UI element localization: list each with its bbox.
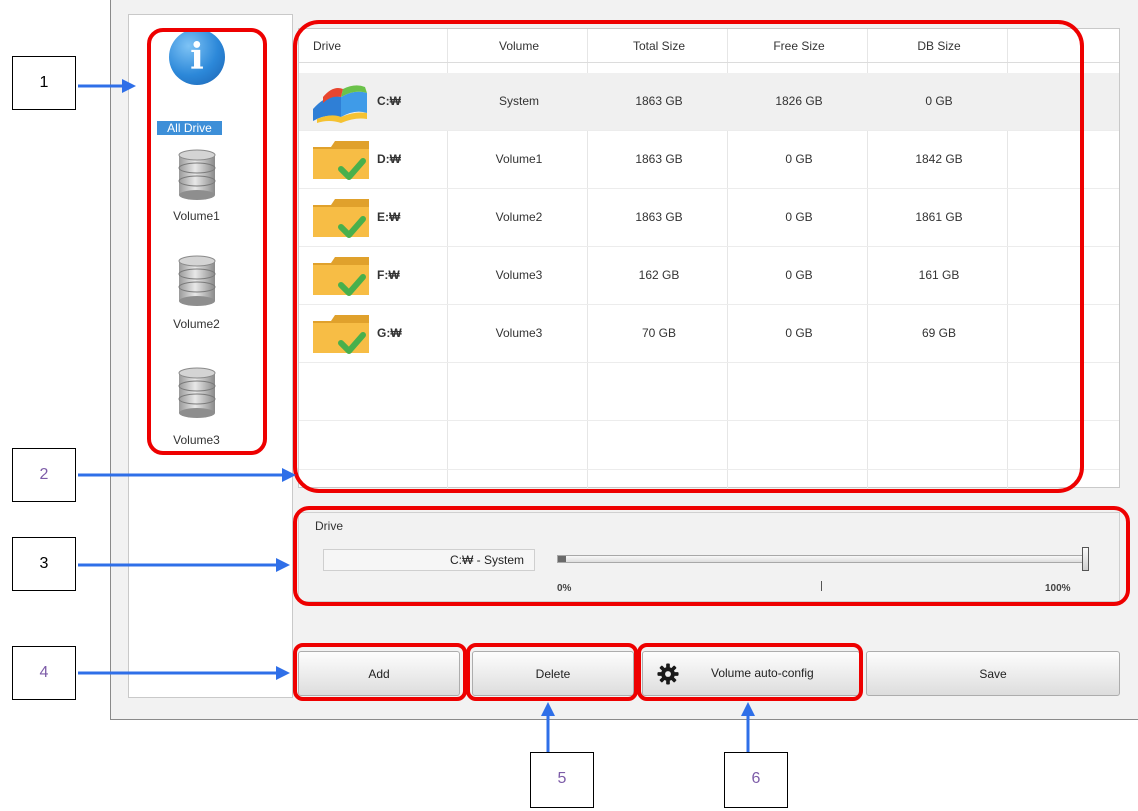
sidebar-item-volume3[interactable]: Volume3 <box>129 365 264 465</box>
callout-4: 4 <box>12 646 76 700</box>
database-icon <box>178 367 216 418</box>
total-size-cell: 1863 GB <box>635 152 683 166</box>
callout-5: 5 <box>530 752 594 808</box>
slider-mid-tick <box>821 581 822 591</box>
callout-3: 3 <box>12 537 76 591</box>
row-divider <box>299 469 1119 470</box>
volume-cell: Volume3 <box>495 268 543 282</box>
drive-letter: F:₩ <box>377 268 400 282</box>
windows-drive-icon <box>313 85 367 123</box>
database-icon <box>178 255 216 306</box>
folder-check-icon <box>313 141 369 180</box>
table-row[interactable]: C:₩ System 1863 GB 1826 GB 0 GB <box>299 73 1119 130</box>
db-size-cell: 161 GB <box>918 268 960 282</box>
folder-check-icon <box>313 199 369 238</box>
add-button[interactable]: Add <box>298 651 460 696</box>
sidebar-item-label: Volume2 <box>173 317 220 331</box>
sidebar-item-label: Volume1 <box>173 209 220 223</box>
database-icon <box>178 149 216 200</box>
column-header-volume[interactable]: Volume <box>449 29 589 63</box>
volume-sidebar: i All Drive Volume1 Volume2 Volume3 <box>128 14 293 698</box>
volume-auto-config-button[interactable]: Volume auto-config <box>642 651 860 696</box>
drive-letter: E:₩ <box>377 210 401 224</box>
drive-letter: G:₩ <box>377 326 402 340</box>
button-label: Volume auto-config <box>711 666 814 680</box>
free-size-cell: 0 GB <box>785 326 813 340</box>
table-row[interactable]: D:₩ Volume1 1863 GB 0 GB 1842 GB <box>299 131 1119 188</box>
volume-cell: Volume1 <box>495 152 543 166</box>
sidebar-item-all-drive[interactable]: i All Drive <box>129 29 264 139</box>
total-size-cell: 162 GB <box>638 268 680 282</box>
volume-cell: Volume3 <box>495 326 543 340</box>
drive-letter: D:₩ <box>377 152 401 166</box>
folder-check-icon <box>313 315 369 354</box>
allocation-slider[interactable] <box>557 547 1089 571</box>
sidebar-item-volume1[interactable]: Volume1 <box>129 147 264 247</box>
column-header-total-size[interactable]: Total Size <box>589 29 729 63</box>
info-icon: i <box>169 29 225 85</box>
db-size-cell: 69 GB <box>921 326 957 340</box>
group-title: Drive <box>315 519 344 533</box>
free-size-cell: 0 GB <box>785 210 813 224</box>
total-size-cell: 70 GB <box>641 326 677 340</box>
table-row[interactable]: G:₩ Volume3 70 GB 0 GB 69 GB <box>299 305 1119 362</box>
free-size-cell: 0 GB <box>785 268 813 282</box>
delete-button[interactable]: Delete <box>472 651 634 696</box>
table-row[interactable]: F:₩ Volume3 162 GB 0 GB 161 GB <box>299 247 1119 304</box>
slider-min-label: 0% <box>557 583 572 594</box>
slider-max-label: 100% <box>1045 583 1071 594</box>
column-header-free-size[interactable]: Free Size <box>729 29 869 63</box>
total-size-cell: 1863 GB <box>635 210 683 224</box>
sidebar-item-volume2[interactable]: Volume2 <box>129 253 264 353</box>
db-size-cell: 1861 GB <box>915 210 963 224</box>
drive-letter: C:₩ <box>377 94 401 108</box>
callout-1: 1 <box>12 56 76 110</box>
db-size-cell: 0 GB <box>925 94 953 108</box>
volume-cell: System <box>498 94 539 108</box>
total-size-cell: 1863 GB <box>635 94 683 108</box>
table-header: Drive Volume Total Size Free Size DB Siz… <box>299 29 1119 63</box>
save-button[interactable]: Save <box>866 651 1120 696</box>
volume-cell: Volume2 <box>495 210 543 224</box>
drive-table: Drive Volume Total Size Free Size DB Siz… <box>298 28 1120 489</box>
folder-check-icon <box>313 257 369 296</box>
db-size-cell: 1842 GB <box>915 152 963 166</box>
row-divider <box>299 362 1119 363</box>
sidebar-item-label: Volume3 <box>173 433 220 447</box>
slider-fill <box>558 556 566 562</box>
callout-2: 2 <box>12 448 76 502</box>
gear-icon <box>657 663 679 685</box>
sidebar-item-label: All Drive <box>157 121 222 135</box>
drive-allocation-panel: Drive C:₩ - System 0% 100% <box>298 512 1120 602</box>
free-size-cell: 1826 GB <box>775 94 823 108</box>
row-divider <box>299 420 1119 421</box>
column-header-db-size[interactable]: DB Size <box>869 29 1009 63</box>
table-row[interactable]: E:₩ Volume2 1863 GB 0 GB 1861 GB <box>299 189 1119 246</box>
callout-6: 6 <box>724 752 788 808</box>
column-header-drive[interactable]: Drive <box>313 29 341 63</box>
slider-thumb[interactable] <box>1082 547 1089 571</box>
free-size-cell: 0 GB <box>785 152 813 166</box>
selected-drive-display: C:₩ - System <box>323 549 535 571</box>
